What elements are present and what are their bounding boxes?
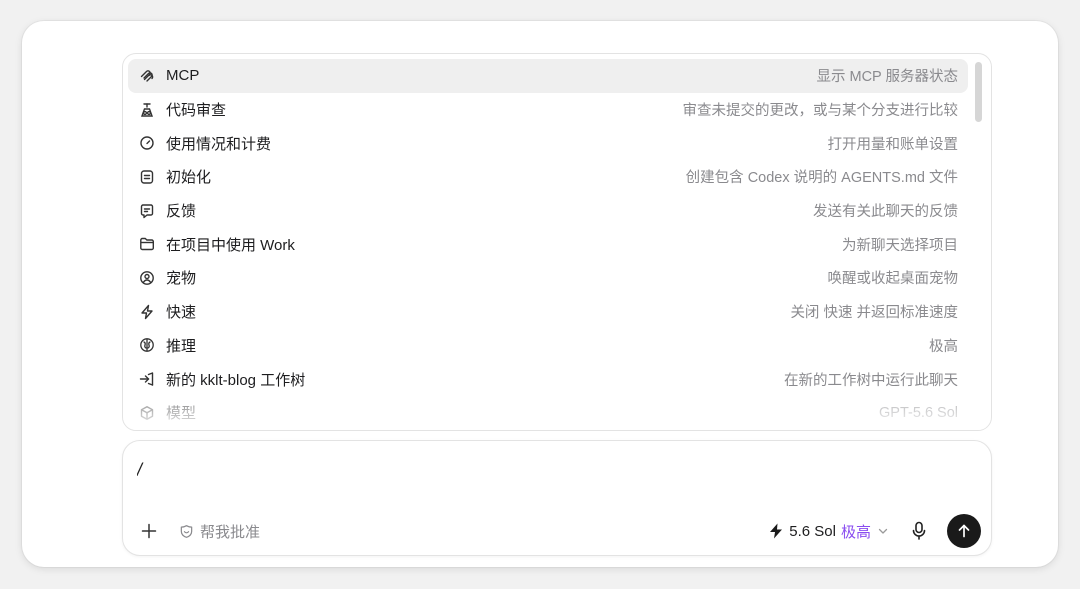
command-description: GPT-5.6 Sol [879, 404, 958, 421]
command-description: 审查未提交的更改，或与某个分支进行比较 [682, 103, 959, 120]
command-item-project[interactable]: 在项目中使用 Work 为新聊天选择项目 [128, 227, 968, 261]
command-list: MCP 显示 MCP 服务器状态 代码审查 审查未提交的更改，或与某个分支进行比… [128, 59, 968, 430]
command-item-code-review[interactable]: 代码审查 审查未提交的更改，或与某个分支进行比较 [128, 93, 968, 127]
menu-scrollbar[interactable] [975, 62, 982, 122]
command-label: 模型 [166, 405, 197, 423]
command-description: 极高 [929, 338, 958, 355]
send-button[interactable] [947, 514, 981, 548]
app-window: MCP 显示 MCP 服务器状态 代码审查 审查未提交的更改，或与某个分支进行比… [22, 21, 1058, 567]
composer-toolbar: 帮我批准 5.6 Sol 极高 [137, 514, 981, 548]
command-description: 关闭 快速 并返回标准速度 [790, 305, 958, 322]
worktree-icon [138, 370, 156, 388]
command-item-pet[interactable]: 宠物 唤醒或收起桌面宠物 [128, 261, 968, 295]
model-selector[interactable]: 5.6 Sol 极高 [769, 521, 889, 542]
model-name: 5.6 Sol [789, 522, 836, 540]
command-description: 创建包含 Codex 说明的 AGENTS.md 文件 [685, 170, 958, 187]
microphone-icon [912, 521, 926, 540]
command-label: 推理 [166, 337, 197, 355]
pet-icon [138, 269, 156, 287]
command-description: 唤醒或收起桌面宠物 [827, 271, 959, 288]
command-label: 使用情况和计费 [166, 135, 272, 153]
gauge-icon [138, 134, 156, 152]
slash-command-menu: MCP 显示 MCP 服务器状态 代码审查 审查未提交的更改，或与某个分支进行比… [122, 53, 992, 431]
command-item-model[interactable]: 模型 GPT-5.6 Sol [128, 396, 968, 430]
command-item-mcp[interactable]: MCP 显示 MCP 服务器状态 [128, 59, 968, 93]
approval-mode-label: 帮我批准 [200, 523, 261, 541]
command-item-fast[interactable]: 快速 关闭 快速 并返回标准速度 [128, 295, 968, 329]
command-description: 在新的工作树中运行此聊天 [784, 372, 958, 389]
code-review-icon [138, 101, 156, 119]
shield-icon [180, 524, 193, 538]
prompt-input[interactable] [137, 457, 837, 483]
command-item-feedback[interactable]: 反馈 发送有关此聊天的反馈 [128, 194, 968, 228]
add-attachment-button[interactable] [137, 519, 161, 543]
command-item-reasoning[interactable]: 推理 极高 [128, 329, 968, 363]
cube-icon [138, 404, 156, 422]
command-label: MCP [166, 67, 200, 85]
command-description: 显示 MCP 服务器状态 [816, 69, 958, 86]
lightning-icon [138, 303, 156, 321]
document-icon [138, 168, 156, 186]
folder-icon [138, 235, 156, 253]
command-item-usage-billing[interactable]: 使用情况和计费 打开用量和账单设置 [128, 126, 968, 160]
command-item-worktree[interactable]: 新的 kklt-blog 工作树 在新的工作树中运行此聊天 [128, 362, 968, 396]
chevron-down-icon [877, 525, 889, 537]
command-label: 初始化 [166, 169, 212, 187]
command-description: 打开用量和账单设置 [827, 136, 959, 153]
lightning-icon [769, 523, 783, 539]
feedback-icon [138, 202, 156, 220]
approval-mode-button[interactable]: 帮我批准 [179, 521, 260, 542]
brain-icon [138, 336, 156, 354]
arrow-up-icon [958, 524, 970, 538]
command-label: 反馈 [166, 203, 197, 221]
command-description: 为新聊天选择项目 [842, 237, 958, 254]
composer-right-controls: 5.6 Sol 极高 [769, 514, 981, 548]
plus-icon [141, 523, 157, 539]
command-label: 在项目中使用 Work [166, 236, 295, 254]
command-label: 代码审查 [166, 102, 227, 120]
voice-input-button[interactable] [909, 519, 929, 543]
mcp-icon [138, 67, 156, 85]
command-label: 快速 [166, 304, 197, 322]
composer: 帮我批准 5.6 Sol 极高 [122, 440, 992, 556]
command-label: 宠物 [166, 270, 197, 288]
command-description: 发送有关此聊天的反馈 [813, 204, 958, 221]
reasoning-level: 极高 [840, 523, 871, 541]
command-label: 新的 kklt-blog 工作树 [166, 371, 306, 389]
command-item-init[interactable]: 初始化 创建包含 Codex 说明的 AGENTS.md 文件 [128, 160, 968, 194]
